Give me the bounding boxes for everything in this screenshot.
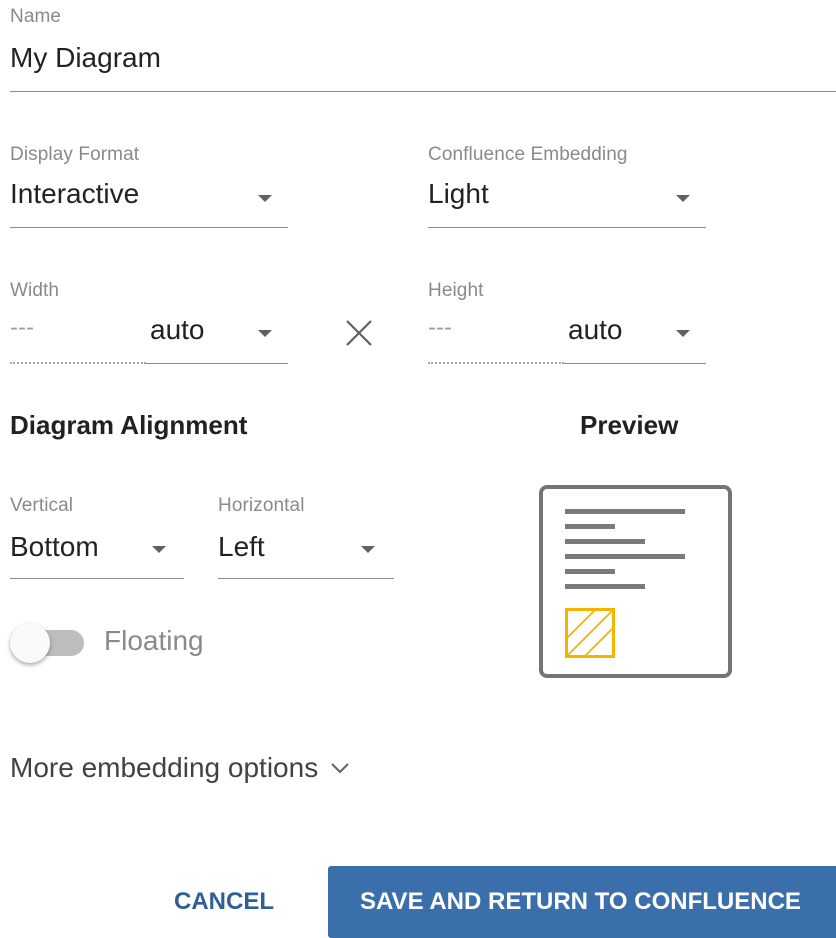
caret-down-icon[interactable] (258, 330, 272, 337)
vertical-label: Vertical (10, 495, 74, 516)
alignment-preview (539, 485, 732, 678)
width-unit-underline (146, 363, 288, 364)
cancel-button[interactable]: CANCEL (150, 866, 298, 938)
preview-text-line (565, 539, 645, 544)
more-embedding-options[interactable]: More embedding options (10, 752, 350, 784)
height-input[interactable]: --- (428, 314, 452, 342)
height-label: Height (428, 280, 484, 301)
width-unit-value[interactable]: auto (150, 314, 205, 346)
width-label: Width (10, 280, 60, 301)
vertical-underline (10, 578, 184, 579)
horizontal-value[interactable]: Left (218, 531, 265, 563)
display-format-label: Display Format (10, 144, 140, 165)
confluence-embedding-label: Confluence Embedding (428, 144, 628, 165)
height-unit-underline (564, 363, 706, 364)
caret-down-icon[interactable] (676, 330, 690, 337)
display-format-underline (10, 227, 288, 228)
caret-down-icon[interactable] (152, 546, 166, 553)
preview-heading: Preview (580, 410, 679, 440)
preview-text-line (565, 524, 615, 529)
height-input-underline (428, 362, 564, 364)
chevron-down-icon (331, 763, 349, 774)
vertical-value[interactable]: Bottom (10, 531, 99, 563)
preview-text-line (565, 584, 645, 589)
toggle-thumb[interactable] (10, 623, 50, 663)
name-input[interactable]: My Diagram (10, 42, 161, 74)
horizontal-underline (218, 578, 394, 579)
preview-text-line (565, 569, 615, 574)
width-input[interactable]: --- (10, 314, 34, 342)
floating-label: Floating (104, 625, 204, 656)
name-underline (10, 91, 836, 92)
caret-down-icon[interactable] (676, 195, 690, 202)
preview-text-line (565, 509, 685, 514)
width-input-underline (10, 362, 146, 364)
confluence-embedding-underline (428, 227, 706, 228)
name-label: Name (10, 6, 62, 27)
confluence-embedding-value[interactable]: Light (428, 178, 489, 210)
diagram-placeholder-icon (565, 608, 615, 658)
save-and-return-button[interactable]: SAVE AND RETURN TO CONFLUENCE (328, 866, 836, 938)
display-format-value[interactable]: Interactive (10, 178, 139, 210)
caret-down-icon[interactable] (258, 195, 272, 202)
close-icon (346, 320, 372, 346)
diagram-alignment-heading: Diagram Alignment (10, 410, 248, 440)
preview-text-line (565, 554, 685, 559)
caret-down-icon[interactable] (361, 546, 375, 553)
more-embedding-options-label: More embedding options (10, 752, 319, 783)
height-unit-value[interactable]: auto (568, 314, 623, 346)
horizontal-label: Horizontal (218, 495, 305, 516)
